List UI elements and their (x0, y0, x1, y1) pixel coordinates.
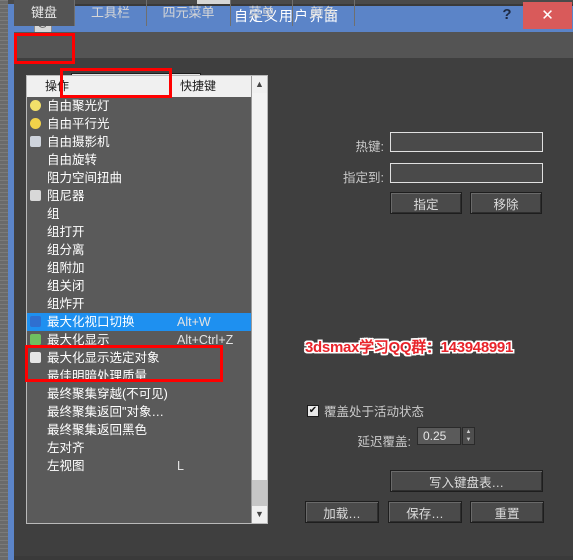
scrollbar-thumb[interactable] (252, 480, 267, 506)
zoom-extents-selected-icon (30, 352, 41, 363)
list-item-label: 阻尼器 (47, 189, 85, 203)
list-item-label: 最终聚集返回黑色 (47, 423, 148, 437)
list-item[interactable]: 阻力空间扭曲 (27, 169, 252, 187)
assigned-to-input[interactable] (390, 163, 543, 183)
list-items: 自由聚光灯自由平行光自由摄影机自由旋转阻力空间扭曲 阻尼器组组打开组分离组附加组关… (27, 97, 252, 523)
list-item[interactable]: 自由旋转 (27, 151, 252, 169)
list-item[interactable]: 组炸开 (27, 295, 252, 313)
tab-colors[interactable]: 颜色 (293, 0, 355, 26)
save-button[interactable]: 保存… (388, 501, 462, 523)
hotkey-input[interactable] (390, 132, 543, 152)
list-item[interactable]: 自由平行光 (27, 115, 252, 133)
camera-icon (30, 136, 41, 147)
list-item-label: 组分离 (47, 243, 85, 257)
column-header-action[interactable]: 操作 (27, 76, 172, 97)
list-item[interactable]: 自由聚光灯 (27, 97, 252, 115)
list-item-shortcut: Alt+Ctrl+Z (177, 333, 234, 347)
list-item[interactable]: 组附加 (27, 259, 252, 277)
list-item[interactable]: 最终聚集返回"对象… (27, 403, 252, 421)
scroll-up-icon[interactable]: ▲ (252, 76, 267, 93)
list-item-label: 自由旋转 (47, 153, 98, 167)
command-list[interactable]: 操作 快捷键 自由聚光灯自由平行光自由摄影机自由旋转阻力空间扭曲 阻尼器组组打开组… (26, 75, 268, 524)
scroll-down-icon[interactable]: ▼ (252, 506, 267, 523)
list-item-label: 最大化显示选定对象 (47, 351, 160, 365)
reset-button[interactable]: 重置 (470, 501, 544, 523)
desktop-left-edge (0, 0, 8, 560)
list-item[interactable]: 最大化显示选定对象 (27, 349, 252, 367)
spotlight-icon (30, 100, 41, 111)
list-item-label: 最大化视口切换 (47, 315, 135, 329)
list-item-label: 最终聚集返回"对象… (47, 405, 164, 419)
list-item-label: 阻力空间扭曲 (47, 171, 123, 185)
list-item[interactable]: 组 (27, 205, 252, 223)
screen: @ 自定义用户界面 ? ✕ 键盘 工具栏 四元菜单 菜单 颜色 组: 主 UI … (0, 0, 573, 560)
list-item[interactable]: 最大化视口切换 Alt+W (27, 313, 252, 331)
list-item[interactable]: 组打开 (27, 223, 252, 241)
overlay-active-label: 覆盖处于活动状态 (324, 405, 425, 419)
list-item-label: 组附加 (47, 261, 85, 275)
assign-button[interactable]: 指定 (390, 192, 462, 214)
list-item[interactable]: 最佳明暗处理质量 (27, 367, 252, 385)
list-item-label: 最大化显示 (47, 333, 110, 347)
list-item-shortcut: Alt+W (177, 315, 211, 329)
list-item[interactable]: 左视图 L (27, 457, 252, 475)
hotkey-label: 热键: (355, 140, 384, 154)
checkmark-icon: ✔ (307, 404, 319, 417)
tab-bar (14, 32, 573, 59)
list-item[interactable]: 阻尼器 (27, 187, 252, 205)
load-button[interactable]: 加载… (305, 501, 379, 523)
write-keyboard-chart-button[interactable]: 写入键盘表… (390, 470, 543, 492)
list-item-label: 自由摄影机 (47, 135, 110, 149)
list-scrollbar[interactable]: ▲ ▼ (251, 76, 267, 523)
list-item[interactable]: 自由摄影机 (27, 133, 252, 151)
close-button[interactable]: ✕ (523, 2, 572, 29)
list-item-label: 最佳明暗处理质量 (47, 369, 148, 383)
list-item[interactable]: 组关闭 (27, 277, 252, 295)
list-item-label: 组炸开 (47, 297, 85, 311)
damper-icon (30, 190, 41, 201)
list-item-label: 自由聚光灯 (47, 99, 110, 113)
list-item[interactable]: 最终聚集穿越(不可见) (27, 385, 252, 403)
tab-toolbar[interactable]: 工具栏 (75, 0, 147, 26)
help-button[interactable]: ? (494, 4, 520, 26)
list-item[interactable]: 最终聚集返回黑色 (27, 421, 252, 439)
direct-light-icon (30, 118, 41, 129)
delay-overlay-input[interactable]: 0.25 (417, 427, 461, 445)
watermark-text: 3dsmax学习QQ群：143948991 (305, 339, 513, 356)
list-item-label: 组打开 (47, 225, 85, 239)
list-item-label: 左对齐 (47, 441, 85, 455)
list-item-label: 左视图 (47, 459, 85, 473)
zoom-extents-icon (30, 334, 41, 345)
maximize-viewport-icon (30, 316, 41, 327)
overlay-active-checkbox[interactable]: ✔ 覆盖处于活动状态 (307, 401, 424, 420)
delay-overlay-label: 延迟覆盖: (357, 435, 411, 449)
list-item[interactable]: 左对齐 (27, 439, 252, 457)
remove-button[interactable]: 移除 (470, 192, 542, 214)
tab-menu[interactable]: 菜单 (231, 0, 293, 26)
list-item-label: 自由平行光 (47, 117, 110, 131)
column-header-shortcut[interactable]: 快捷键 (172, 76, 252, 97)
tab-quad-menu[interactable]: 四元菜单 (147, 0, 231, 26)
list-header: 操作 快捷键 (27, 76, 252, 98)
delay-overlay-stepper[interactable]: ▲ ▼ (462, 427, 475, 445)
list-item[interactable]: 最大化显示 Alt+Ctrl+Z (27, 331, 252, 349)
list-item[interactable]: 组分离 (27, 241, 252, 259)
list-item-label: 最终聚集穿越(不可见) (47, 387, 168, 401)
list-item-label: 组 (47, 207, 60, 221)
list-item-label: 组关闭 (47, 279, 85, 293)
stepper-up-icon[interactable]: ▲ (463, 428, 474, 436)
assigned-to-label: 指定到: (343, 171, 384, 185)
stepper-down-icon[interactable]: ▼ (463, 436, 474, 444)
tab-keyboard[interactable]: 键盘 (14, 0, 75, 26)
list-item-shortcut: L (177, 459, 184, 473)
